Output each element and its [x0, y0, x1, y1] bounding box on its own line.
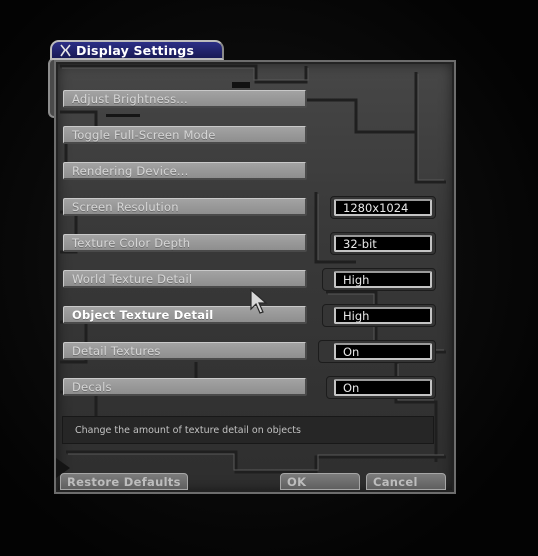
- world-texture-detail-button[interactable]: World Texture Detail: [63, 270, 307, 288]
- world-texture-detail-value[interactable]: High: [334, 271, 432, 288]
- mouse-cursor-icon: [250, 289, 268, 314]
- texture-color-depth-button[interactable]: Texture Color Depth: [63, 234, 307, 252]
- decals-button[interactable]: Decals: [63, 378, 307, 396]
- toggle-fullscreen-button[interactable]: Toggle Full-Screen Mode: [63, 126, 307, 144]
- screen-resolution-value[interactable]: 1280x1024: [334, 199, 432, 216]
- window-title: Display Settings: [76, 42, 195, 58]
- ok-button[interactable]: OK: [280, 473, 360, 490]
- texture-color-depth-value[interactable]: 32-bit: [334, 235, 432, 252]
- restore-defaults-button[interactable]: Restore Defaults: [60, 473, 188, 490]
- detail-textures-value[interactable]: On: [334, 343, 432, 360]
- window-title-bar: Display Settings: [50, 40, 224, 60]
- object-texture-detail-value[interactable]: High: [334, 307, 432, 324]
- rendering-device-button[interactable]: Rendering Device...: [63, 162, 307, 180]
- screen-resolution-button[interactable]: Screen Resolution: [63, 198, 307, 216]
- detail-textures-button[interactable]: Detail Textures: [63, 342, 307, 360]
- cancel-button[interactable]: Cancel: [366, 473, 446, 490]
- options-icon: [60, 44, 71, 56]
- help-text: Change the amount of texture detail on o…: [62, 416, 434, 444]
- decals-value[interactable]: On: [334, 379, 432, 396]
- adjust-brightness-button[interactable]: Adjust Brightness...: [63, 90, 307, 108]
